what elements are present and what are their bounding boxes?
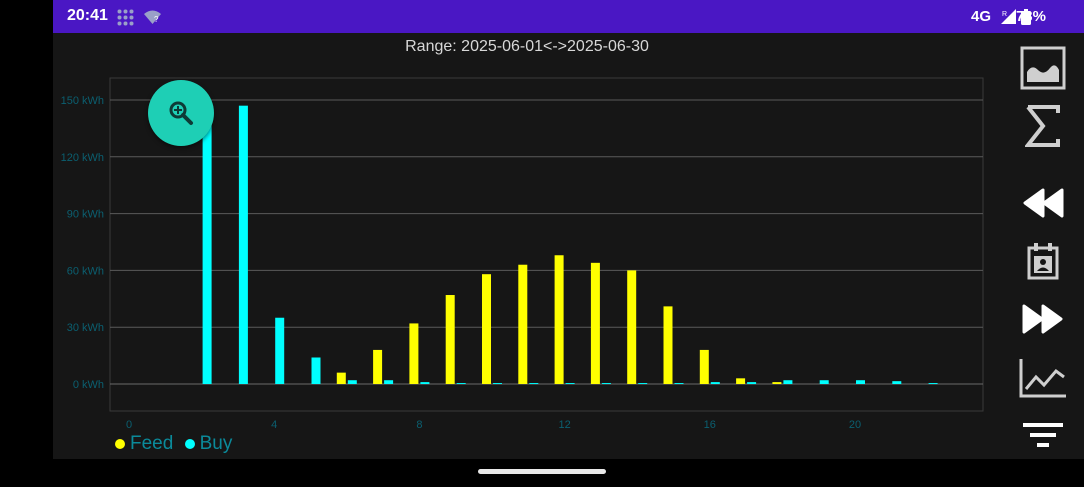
- zoom-in-icon: [169, 101, 193, 125]
- feed-bar-15: [663, 306, 673, 384]
- buy-bar-12: [565, 383, 575, 384]
- buy-bar-10: [493, 383, 502, 384]
- filter-icon: [1023, 423, 1063, 447]
- y-tick-label: 120 kWh: [61, 152, 104, 164]
- feed-bar-8: [409, 323, 419, 384]
- buy-bar-14: [638, 383, 648, 384]
- calendar-icon: [1027, 243, 1059, 280]
- x-tick-label: 16: [704, 419, 716, 431]
- sigma-icon: [1025, 105, 1060, 147]
- buy-bar-16: [710, 382, 720, 384]
- chart-view-button[interactable]: [1017, 43, 1069, 93]
- signal-icon: R: [1001, 9, 1016, 24]
- x-tick-label: 20: [849, 419, 861, 431]
- buy-bar-17: [747, 382, 757, 384]
- feed-bar-14: [627, 270, 637, 384]
- x-tick-label: 0: [126, 419, 132, 431]
- buy-bar-3: [238, 105, 248, 385]
- buy-bar-5: [311, 357, 321, 384]
- feed-bar-17: [736, 378, 746, 384]
- navigation-bar: [53, 459, 1084, 487]
- app-grid-icon: [117, 9, 134, 26]
- buy-bar-18: [783, 380, 793, 384]
- trend-view-button[interactable]: [1017, 353, 1069, 403]
- buy-bar-7: [384, 380, 394, 384]
- x-tick-label: 4: [271, 419, 277, 431]
- feed-bar-6: [336, 372, 346, 384]
- buy-bar-4: [275, 317, 285, 384]
- feed-bar-16: [699, 349, 709, 384]
- y-tick-label: 90 kWh: [67, 209, 104, 221]
- chart-screen: 0 kWh 30 kWh 60 kWh 90 kWh 120 kWh 150 kWh 0 4 8…: [53, 33, 1084, 459]
- status-time: 20:41: [67, 7, 108, 24]
- buy-bar-11: [529, 383, 539, 384]
- feed-bar-10: [482, 274, 491, 384]
- feed-bar-11: [518, 264, 528, 384]
- next-range-button[interactable]: [1017, 294, 1069, 344]
- buy-bar-15: [674, 383, 684, 384]
- legend-feed-label: Feed: [130, 433, 174, 454]
- feed-bar-18: [772, 382, 782, 384]
- buy-bar-19: [819, 380, 829, 384]
- buy-bar-8: [420, 382, 430, 384]
- sum-button[interactable]: [1017, 101, 1069, 151]
- y-tick-label: 30 kWh: [67, 322, 104, 334]
- zoom-button[interactable]: [148, 80, 214, 146]
- svg-text:?: ?: [154, 15, 159, 24]
- feed-bar-9: [445, 295, 455, 384]
- buy-bar-6: [347, 380, 357, 384]
- x-tick-label: 12: [558, 419, 570, 431]
- buy-bar-21: [892, 381, 902, 384]
- legend-buy-swatch: [184, 439, 195, 449]
- feed-bar-13: [590, 262, 600, 384]
- rewind-icon: [1023, 188, 1064, 218]
- chart-title: Range: 2025-06-01<->2025-06-30: [405, 38, 649, 55]
- buy-bar-13: [601, 383, 611, 384]
- trend-chart-icon: [1019, 359, 1066, 398]
- image-chart-icon: [1020, 46, 1066, 90]
- feed-bar-7: [373, 349, 383, 384]
- buy-bar-22: [928, 383, 938, 384]
- legend-feed-swatch: [115, 439, 125, 449]
- y-tick-label: 150 kWh: [61, 95, 104, 107]
- chart-legend: Feed Buy: [115, 433, 232, 455]
- x-tick-label: 8: [416, 419, 422, 431]
- wifi-question-icon: ?: [144, 10, 161, 24]
- previous-range-button[interactable]: [1017, 178, 1069, 228]
- buy-bar-9: [456, 383, 466, 384]
- buy-bar-2: [202, 124, 212, 384]
- fast-forward-icon: [1022, 304, 1063, 334]
- home-gesture-handle[interactable]: [478, 469, 606, 474]
- filter-button[interactable]: [1017, 411, 1069, 461]
- legend-buy-label: Buy: [199, 433, 233, 454]
- feed-bar-12: [554, 255, 564, 384]
- y-tick-label: 0 kWh: [73, 379, 104, 391]
- select-date-button[interactable]: [1017, 236, 1069, 286]
- network-type: 4G: [970, 8, 991, 25]
- svg-text:R: R: [1002, 11, 1007, 18]
- status-bar: 20:41 ? 4G R 73%: [53, 0, 1084, 33]
- buy-bar-20: [856, 380, 865, 384]
- battery-percent: 73%: [1015, 8, 1046, 25]
- y-tick-label: 60 kWh: [67, 265, 104, 277]
